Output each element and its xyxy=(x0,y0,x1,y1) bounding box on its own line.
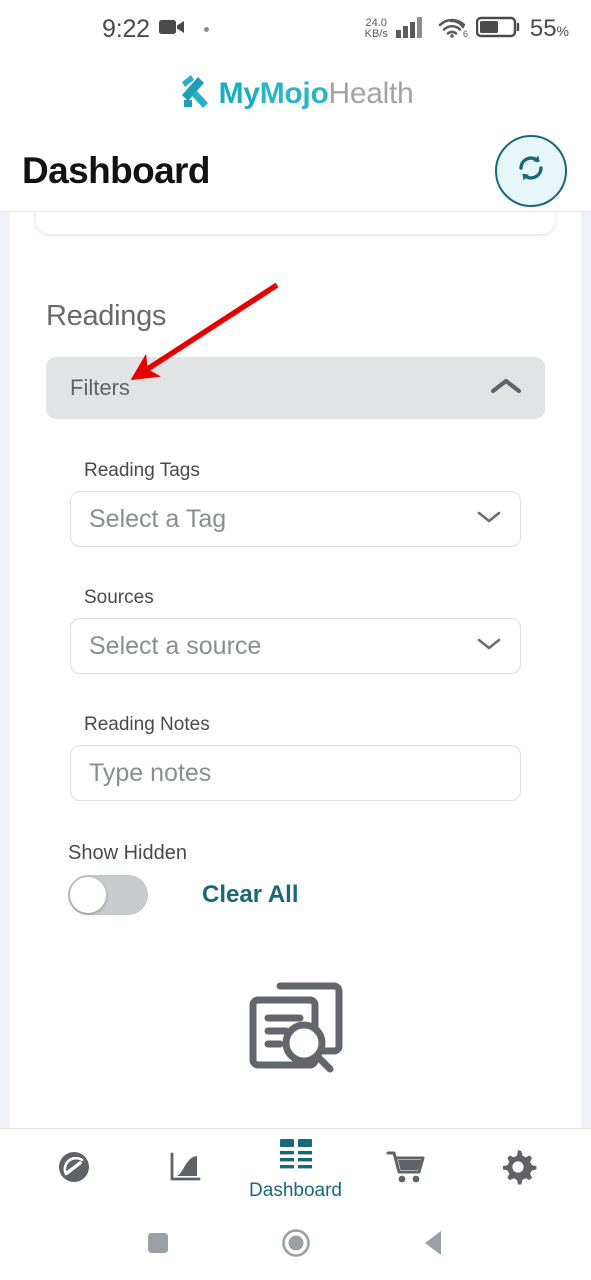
nav-item-cart[interactable] xyxy=(364,1148,450,1191)
nav-item-settings[interactable] xyxy=(475,1147,561,1192)
refresh-button[interactable] xyxy=(495,134,567,207)
dashboard-icon xyxy=(277,1138,315,1177)
network-speed-indicator: 24.0 KB/s xyxy=(365,18,388,40)
svg-text:6: 6 xyxy=(463,29,468,38)
cellular-signal-icon xyxy=(395,16,428,43)
show-hidden-controls: Clear All xyxy=(68,875,521,915)
show-hidden-label: Show Hidden xyxy=(68,842,187,864)
chevron-down-icon xyxy=(476,636,502,657)
page-header: Dashboard xyxy=(0,130,591,212)
clear-all-button[interactable]: Clear All xyxy=(202,881,298,909)
field-label-reading-tags: Reading Tags xyxy=(84,460,200,481)
brand-my: My xyxy=(218,77,260,110)
reading-tags-placeholder: Select a Tag xyxy=(89,504,227,533)
previous-card-partial[interactable] xyxy=(36,212,555,234)
battery-percent: 55% xyxy=(529,15,569,42)
circle-home-icon[interactable] xyxy=(281,1228,311,1263)
brand-logo: MyMojoHealth xyxy=(178,73,414,116)
empty-state xyxy=(10,972,581,1081)
nav-item-gauge[interactable] xyxy=(31,1147,117,1192)
android-system-nav xyxy=(0,1210,591,1280)
refresh-sync-icon xyxy=(513,150,549,191)
network-speed-unit: KB/s xyxy=(364,28,388,40)
content-surface: Readings Filters Reading Tags Select a T… xyxy=(10,212,581,1128)
sources-select[interactable]: Select a source xyxy=(70,618,521,674)
brand-health: Health xyxy=(328,77,414,110)
nav-item-chart[interactable] xyxy=(142,1147,228,1192)
page-title: Dashboard xyxy=(22,149,210,191)
field-label-sources: Sources xyxy=(84,587,154,608)
nav-item-dashboard[interactable]: Dashboard xyxy=(249,1138,342,1202)
section-title-readings: Readings xyxy=(46,300,167,332)
wifi-6-icon: 6 xyxy=(436,16,468,43)
status-time: 9:22 xyxy=(102,14,150,43)
document-search-icon xyxy=(242,972,350,1081)
reading-notes-placeholder: Type notes xyxy=(89,758,212,787)
battery-icon xyxy=(475,15,522,44)
mymojohealth-logo-icon xyxy=(178,73,212,116)
brand-name: MyMojoHealth xyxy=(219,77,414,111)
status-bar-left: 9:22 xyxy=(102,15,209,44)
status-bar-right: 24.0 KB/s 6 55% xyxy=(365,15,569,44)
scroll-content[interactable]: Readings Filters Reading Tags Select a T… xyxy=(0,212,591,1128)
brand-mojo: Mojo xyxy=(259,77,329,110)
cart-icon xyxy=(386,1148,428,1191)
field-reading-tags: Reading Tags Select a Tag xyxy=(70,460,521,547)
show-hidden-toggle[interactable] xyxy=(68,875,148,915)
gear-icon xyxy=(498,1147,538,1192)
field-label-reading-notes: Reading Notes xyxy=(84,714,210,735)
sources-placeholder: Select a source xyxy=(89,631,262,660)
video-camera-icon xyxy=(158,18,185,41)
bottom-navigation: Dashboard xyxy=(0,1128,591,1210)
toggle-knob xyxy=(70,877,106,913)
chart-icon xyxy=(165,1147,205,1192)
filters-label: Filters xyxy=(70,375,130,400)
nav-label-dashboard: Dashboard xyxy=(249,1179,342,1201)
reading-notes-input[interactable]: Type notes xyxy=(70,745,521,801)
field-sources: Sources Select a source xyxy=(70,587,521,674)
status-dot-icon xyxy=(203,26,209,32)
chevron-up-icon xyxy=(489,376,523,401)
status-bar: 9:22 24.0 KB/s 6 55% xyxy=(0,0,591,58)
field-reading-notes: Reading Notes Type notes xyxy=(70,714,521,801)
filters-accordion-header[interactable]: Filters xyxy=(46,357,545,419)
square-recents-icon[interactable] xyxy=(145,1230,171,1261)
gauge-icon xyxy=(54,1147,94,1192)
reading-tags-select[interactable]: Select a Tag xyxy=(70,491,521,547)
show-hidden-row: Show Hidden Clear All xyxy=(68,842,521,915)
app-logo-bar: MyMojoHealth xyxy=(0,58,591,130)
phone-screen: 9:22 24.0 KB/s 6 55% MyMojoHealth Dashbo… xyxy=(0,0,591,1280)
chevron-down-icon xyxy=(476,509,502,530)
triangle-back-icon[interactable] xyxy=(421,1228,447,1263)
